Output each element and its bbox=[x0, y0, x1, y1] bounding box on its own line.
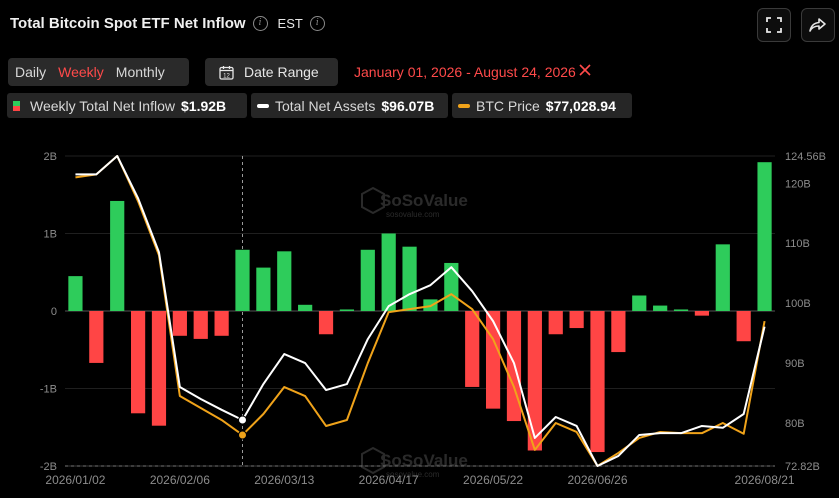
inflow-bar bbox=[235, 249, 250, 311]
watermark-name: SoSoValue bbox=[380, 451, 468, 470]
assets-highlight-dot bbox=[238, 415, 247, 425]
x-axis-tick: 2026/05/22 bbox=[463, 473, 523, 487]
right-axis-tick: 124.56B bbox=[785, 151, 826, 163]
inflow-bar bbox=[110, 200, 125, 311]
x-axis-tick: 2026/04/17 bbox=[359, 473, 419, 487]
etf-flow-chart[interactable]: SoSoValuesosovalue.comSoSoValuesosovalue… bbox=[0, 0, 839, 498]
sosovalue-watermark: SoSoValuesosovalue.com bbox=[361, 186, 468, 219]
x-axis-tick: 2026/08/21 bbox=[735, 473, 795, 487]
inflow-bar bbox=[673, 309, 689, 311]
inflow-bar bbox=[736, 311, 751, 342]
inflow-bar bbox=[757, 162, 772, 311]
inflow-bar bbox=[68, 276, 83, 311]
right-axis-tick: 72.82B bbox=[785, 461, 820, 473]
inflow-bar bbox=[444, 262, 459, 311]
inflow-bar bbox=[318, 311, 334, 335]
inflow-bar bbox=[214, 311, 229, 336]
inflow-bar bbox=[298, 304, 313, 311]
inflow-bar bbox=[277, 251, 292, 311]
inflow-bar bbox=[151, 311, 167, 426]
inflow-bar bbox=[339, 309, 355, 311]
right-axis-tick: 110B bbox=[785, 238, 810, 250]
inflow-bar bbox=[527, 311, 542, 451]
btc-highlight-dot bbox=[238, 430, 247, 440]
inflow-bar bbox=[548, 311, 563, 335]
watermark-name: SoSoValue bbox=[380, 191, 468, 210]
inflow-bar bbox=[715, 244, 730, 311]
x-axis-tick: 2026/03/13 bbox=[254, 473, 314, 487]
inflow-bar bbox=[360, 249, 375, 311]
inflow-bar bbox=[465, 311, 480, 387]
inflow-bar bbox=[653, 305, 668, 311]
left-axis-tick: -1B bbox=[40, 384, 57, 396]
inflow-bar bbox=[590, 311, 605, 453]
inflow-bar bbox=[485, 311, 501, 409]
x-axis-tick: 2026/06/26 bbox=[567, 473, 627, 487]
left-axis-tick: 2B bbox=[44, 151, 57, 163]
right-axis-tick: 100B bbox=[785, 298, 811, 310]
inflow-bar bbox=[193, 311, 208, 339]
inflow-bar bbox=[694, 311, 710, 316]
left-axis-tick: 1B bbox=[44, 229, 57, 241]
inflow-bar bbox=[256, 267, 271, 311]
inflow-bar bbox=[569, 311, 584, 329]
left-axis-tick: -2B bbox=[40, 461, 57, 473]
inflow-bar bbox=[172, 311, 187, 336]
inflow-bar bbox=[130, 311, 146, 414]
x-axis-tick: 2026/01/02 bbox=[45, 473, 105, 487]
right-axis-tick: 120B bbox=[785, 178, 811, 190]
inflow-bar bbox=[381, 233, 396, 311]
x-axis-tick: 2026/02/06 bbox=[150, 473, 210, 487]
left-axis-tick: 0 bbox=[51, 306, 57, 318]
right-axis-tick: 90B bbox=[785, 358, 805, 370]
right-axis-tick: 80B bbox=[785, 418, 805, 430]
watermark-url: sosovalue.com bbox=[386, 210, 440, 219]
inflow-bar bbox=[89, 311, 104, 363]
inflow-bar bbox=[402, 246, 417, 311]
inflow-bar bbox=[632, 295, 647, 311]
inflow-bar bbox=[611, 311, 626, 353]
